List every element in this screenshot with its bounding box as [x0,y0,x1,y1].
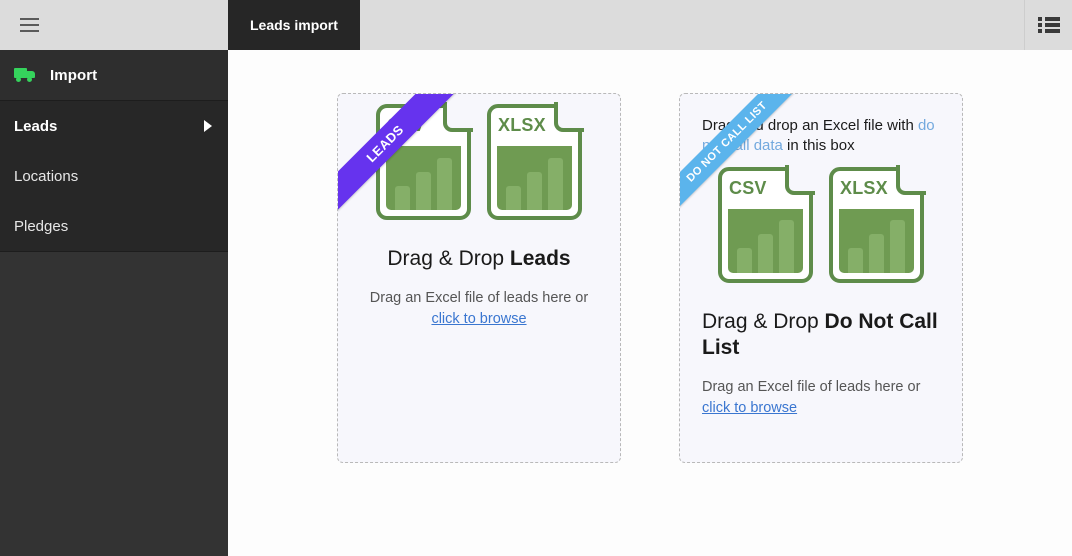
chart-bar [527,171,542,210]
truck-wheel [27,77,32,82]
dropzone-leads[interactable]: LEADS CSV XLSX Drag & Drop Leads Drag an… [337,93,621,463]
chart-bar [437,157,452,210]
list-row [1037,17,1060,21]
browse-link[interactable]: click to browse [702,400,797,416]
file-type-label: CSV [729,177,767,198]
file-fold-corner [554,102,584,132]
dropzone-title-prefix: Drag & Drop [387,247,510,270]
dropzone-title-strong: Leads [509,247,571,270]
list-bullet [1037,29,1042,33]
sidebar-item-import[interactable]: Import [0,50,228,100]
dropzone-hint-lead: Drag and drop an Excel file with [702,117,918,134]
file-bar-chart [728,208,803,273]
file-bar-chart [386,146,461,210]
sidebar-nav: Leads Locations Pledges [0,101,228,252]
chart-bar [548,157,563,210]
csv-file-icon: CSV [718,164,815,283]
dropzone-subtext: Drag an Excel file of leads here or clic… [702,377,940,419]
sidebar-item-label: Leads [14,117,58,135]
dropzone-subtext: Drag an Excel file of leads here or clic… [360,288,598,330]
list-line [1044,23,1060,27]
list-row [1037,29,1060,33]
chart-bar [758,234,773,273]
file-type-label: XLSX [498,115,546,135]
dropzone-subtext-lead: Drag an Excel file of leads here or [369,290,589,307]
truck-icon [14,66,36,84]
sidebar-section-import: Import [0,50,228,101]
chart-bar [416,171,431,210]
list-view-button[interactable] [1024,0,1072,50]
hamburger-icon[interactable] [14,10,44,40]
sidebar-item-locations[interactable]: Locations [0,151,228,201]
file-type-icons: CSV XLSX [702,164,940,283]
file-type-label: CSV [387,115,425,135]
file-bar-chart [497,146,572,210]
topbar: Leads import [228,0,1072,50]
chart-bar [506,185,521,210]
sidebar-item-label: Pledges [14,217,69,235]
list-row [1037,23,1060,27]
main-area: Leads import LEADS CSV XLSX Drag & Drop … [228,0,1072,556]
dropzone-hint: Drag and drop an Excel file with do not … [702,94,940,157]
tab-leads-import[interactable]: Leads import [228,0,360,50]
dropzone-title: Drag & Drop Leads [360,246,598,272]
file-fold-corner [785,164,815,195]
app-root: Import Leads Locations Pledges Leads imp… [0,0,1072,556]
file-bar-chart [839,208,914,273]
hamburger-line [19,24,39,26]
dropzone-do-not-call[interactable]: DO NOT CALL LIST Drag and drop an Excel … [679,93,963,463]
chart-bar [848,248,863,273]
dropzone-title: Drag & Drop Do Not Call List [702,309,940,362]
truck-wheel [16,77,21,82]
chart-bar [737,248,752,273]
dropzone-title-prefix: Drag & Drop [702,309,825,333]
csv-file-icon: CSV [376,102,473,220]
list-bullet [1037,23,1042,27]
browse-link[interactable]: click to browse [431,311,526,327]
file-fold-corner [896,164,926,195]
file-fold-corner [443,102,473,132]
chart-bar [395,185,410,210]
sidebar-header [0,0,228,50]
hamburger-line [19,30,39,32]
list-bullet [1037,17,1042,21]
chart-bar [869,234,884,273]
chevron-right-icon [204,120,212,132]
sidebar-item-pledges[interactable]: Pledges [0,201,228,251]
sidebar: Import Leads Locations Pledges [0,0,228,556]
xlsx-file-icon: XLSX [829,164,926,283]
chart-bar [890,220,905,273]
dropzone-container: LEADS CSV XLSX Drag & Drop Leads Drag an… [228,50,1072,556]
list-view-icon [1037,17,1060,33]
dropzone-hint-tail: in this box [782,137,855,155]
file-type-label: XLSX [840,177,888,198]
xlsx-file-icon: XLSX [487,102,584,220]
sidebar-item-label: Locations [14,167,79,185]
chart-bar [779,220,794,273]
hamburger-line [19,18,39,20]
list-line [1044,17,1060,21]
sidebar-empty-area [0,252,228,556]
sidebar-item-leads[interactable]: Leads [0,101,228,151]
sidebar-section-label: Import [50,66,98,84]
list-line [1044,29,1060,33]
file-type-icons: CSV XLSX [360,102,598,220]
dropzone-subtext-lead: Drag an Excel file of leads here or [702,379,921,395]
